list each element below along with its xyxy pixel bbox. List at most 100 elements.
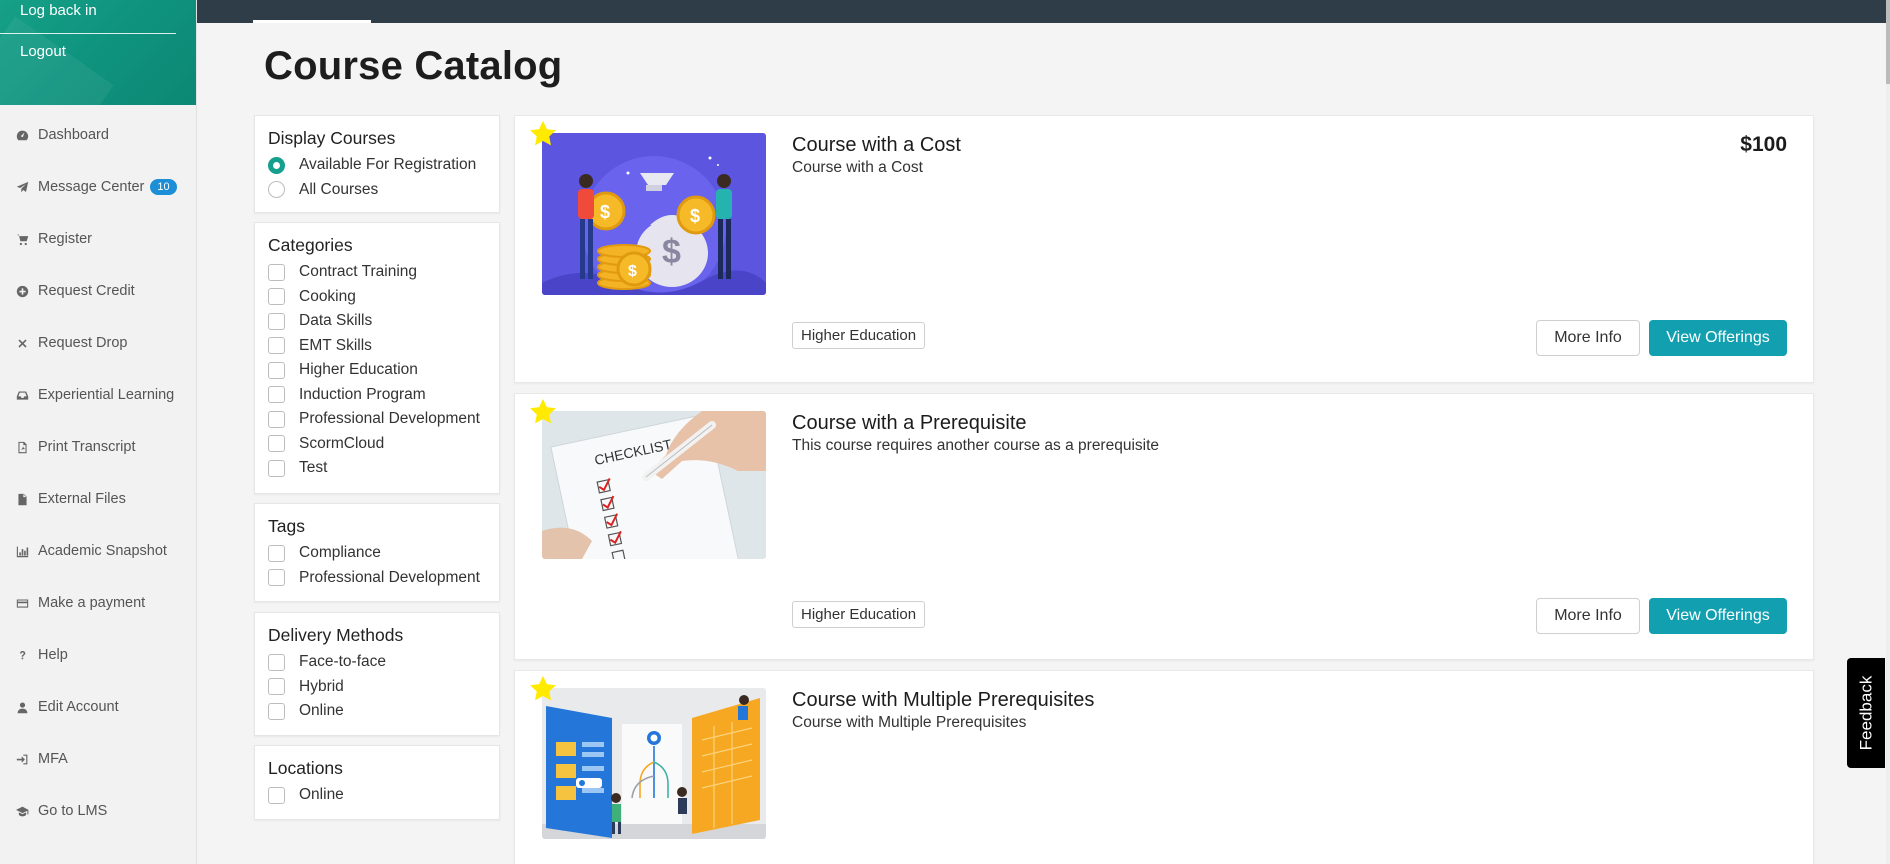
checkbox-tag-professional-development[interactable]: Professional Development bbox=[268, 566, 486, 591]
sidebar-item-label: Go to LMS bbox=[38, 803, 108, 819]
sidebar-item-label: MFA bbox=[38, 751, 68, 767]
sidebar-item-experiential-learning[interactable]: Experiential Learning bbox=[0, 369, 196, 421]
checkbox[interactable] bbox=[268, 361, 285, 379]
sidebar-item-make-payment[interactable]: Make a payment bbox=[0, 577, 196, 629]
option-label: Contract Training bbox=[299, 263, 418, 281]
scrollbar-thumb[interactable] bbox=[1886, 0, 1890, 84]
page-scrollbar[interactable] bbox=[1886, 0, 1890, 864]
sidebar-item-request-credit[interactable]: Request Credit bbox=[0, 265, 196, 317]
course-category-tag: Higher Education bbox=[792, 322, 926, 349]
checkbox[interactable] bbox=[268, 337, 285, 355]
categories-filter: Categories Contract Training Cooking Dat… bbox=[254, 222, 500, 494]
checkbox[interactable] bbox=[268, 459, 285, 477]
checkbox-cooking[interactable]: Cooking bbox=[268, 285, 486, 310]
sidebar-item-mfa[interactable]: MFA bbox=[0, 733, 196, 785]
option-label: Data Skills bbox=[299, 312, 373, 330]
course-title[interactable]: Course with a Cost bbox=[792, 134, 961, 157]
option-label: All Courses bbox=[299, 180, 379, 198]
checkbox[interactable] bbox=[268, 410, 285, 428]
sidebar-item-print-transcript[interactable]: Print Transcript bbox=[0, 421, 196, 473]
checkbox-hybrid[interactable]: Hybrid bbox=[268, 675, 486, 700]
radio-button-selected[interactable] bbox=[268, 156, 285, 174]
checkbox[interactable] bbox=[268, 702, 285, 720]
course-description: This course requires another course as a… bbox=[792, 437, 1160, 454]
sidebar-item-label: Request Credit bbox=[38, 283, 135, 299]
featured-star-icon bbox=[530, 120, 556, 146]
course-thumbnail[interactable]: $ $ $ $ bbox=[542, 133, 766, 295]
checkbox[interactable] bbox=[268, 569, 285, 587]
paper-plane-icon bbox=[16, 181, 38, 194]
radio-button[interactable] bbox=[268, 181, 285, 199]
sidebar-item-label: External Files bbox=[38, 491, 126, 507]
course-description: Course with a Cost bbox=[792, 159, 923, 176]
log-back-in-link[interactable]: Log back in bbox=[0, 0, 176, 34]
more-info-button[interactable]: More Info bbox=[1536, 598, 1640, 634]
sidebar-item-request-drop[interactable]: Request Drop bbox=[0, 317, 196, 369]
sidebar-item-dashboard[interactable]: Dashboard bbox=[0, 109, 196, 161]
checkbox[interactable] bbox=[268, 786, 285, 804]
option-label: Higher Education bbox=[299, 361, 418, 379]
sidebar-item-external-files[interactable]: External Files bbox=[0, 473, 196, 525]
sidebar-item-label: Make a payment bbox=[38, 595, 146, 611]
checkbox-induction-program[interactable]: Induction Program bbox=[268, 383, 486, 408]
option-label: Online bbox=[299, 786, 344, 804]
svg-text:$: $ bbox=[662, 233, 681, 271]
checkbox-data-skills[interactable]: Data Skills bbox=[268, 309, 486, 334]
logout-link[interactable]: Logout bbox=[0, 43, 196, 60]
tags-filter: Tags Compliance Professional Development bbox=[254, 503, 500, 602]
sidebar-item-label: Help bbox=[38, 647, 68, 663]
view-offerings-button[interactable]: View Offerings bbox=[1649, 598, 1787, 634]
sidebar-item-go-to-lms[interactable]: Go to LMS bbox=[0, 785, 196, 837]
feedback-label: Feedback bbox=[1856, 675, 1876, 751]
checkbox-scormcloud[interactable]: ScormCloud bbox=[268, 432, 486, 457]
sidebar-item-label: Register bbox=[38, 231, 92, 247]
radio-all-courses[interactable]: All Courses bbox=[268, 178, 486, 203]
course-thumbnail[interactable] bbox=[542, 688, 766, 839]
sidebar: Log back in Logout Dashboard Message Cen… bbox=[0, 0, 197, 864]
sidebar-item-edit-account[interactable]: Edit Account bbox=[0, 681, 196, 733]
option-label: EMT Skills bbox=[299, 336, 372, 354]
course-title[interactable]: Course with a Prerequisite bbox=[792, 412, 1027, 435]
sidebar-item-label: Experiential Learning bbox=[38, 387, 175, 403]
checkbox[interactable] bbox=[268, 386, 285, 404]
checkbox[interactable] bbox=[268, 435, 285, 453]
checkbox[interactable] bbox=[268, 653, 285, 671]
display-courses-filter: Display Courses Available For Registrati… bbox=[254, 115, 500, 213]
checkbox-online[interactable]: Online bbox=[268, 699, 486, 724]
checklist-illustration: CHECKLIST bbox=[542, 411, 766, 559]
checkbox-higher-education[interactable]: Higher Education bbox=[268, 358, 486, 383]
option-label: Hybrid bbox=[299, 677, 344, 695]
sign-in-icon bbox=[16, 753, 38, 766]
sidebar-item-academic-snapshot[interactable]: Academic Snapshot bbox=[0, 525, 196, 577]
checkbox-location-online[interactable]: Online bbox=[268, 783, 486, 808]
course-thumbnail[interactable]: CHECKLIST bbox=[542, 411, 766, 559]
checkbox[interactable] bbox=[268, 288, 285, 306]
course-price: $100 bbox=[1740, 133, 1787, 156]
checkbox-test[interactable]: Test bbox=[268, 456, 486, 481]
more-info-button[interactable]: More Info bbox=[1536, 320, 1640, 356]
checkbox-compliance[interactable]: Compliance bbox=[268, 541, 486, 566]
course-title[interactable]: Course with Multiple Prerequisites bbox=[792, 689, 1094, 712]
feedback-tab[interactable]: Feedback bbox=[1847, 658, 1885, 768]
filter-title: Locations bbox=[268, 758, 343, 778]
checkbox[interactable] bbox=[268, 544, 285, 562]
sidebar-item-help[interactable]: Help bbox=[0, 629, 196, 681]
sidebar-item-register[interactable]: Register bbox=[0, 213, 196, 265]
checkbox-contract-training[interactable]: Contract Training bbox=[268, 260, 486, 285]
sidebar-item-label: Edit Account bbox=[38, 699, 119, 715]
checkbox[interactable] bbox=[268, 678, 285, 696]
sidebar-item-message-center[interactable]: Message Center 10 bbox=[0, 161, 196, 213]
checkbox-face-to-face[interactable]: Face-to-face bbox=[268, 650, 486, 675]
checkbox[interactable] bbox=[268, 263, 285, 281]
featured-star-icon bbox=[530, 675, 556, 701]
option-label: Online bbox=[299, 702, 344, 720]
radio-available-for-registration[interactable]: Available For Registration bbox=[268, 153, 486, 178]
option-label: Cooking bbox=[299, 287, 356, 305]
view-offerings-button[interactable]: View Offerings bbox=[1649, 320, 1787, 356]
checkbox[interactable] bbox=[268, 312, 285, 330]
question-icon bbox=[16, 649, 38, 662]
course-description: Course with Multiple Prerequisites bbox=[792, 714, 1027, 731]
checkbox-emt-skills[interactable]: EMT Skills bbox=[268, 334, 486, 359]
close-icon bbox=[16, 337, 38, 350]
checkbox-professional-development[interactable]: Professional Development bbox=[268, 407, 486, 432]
